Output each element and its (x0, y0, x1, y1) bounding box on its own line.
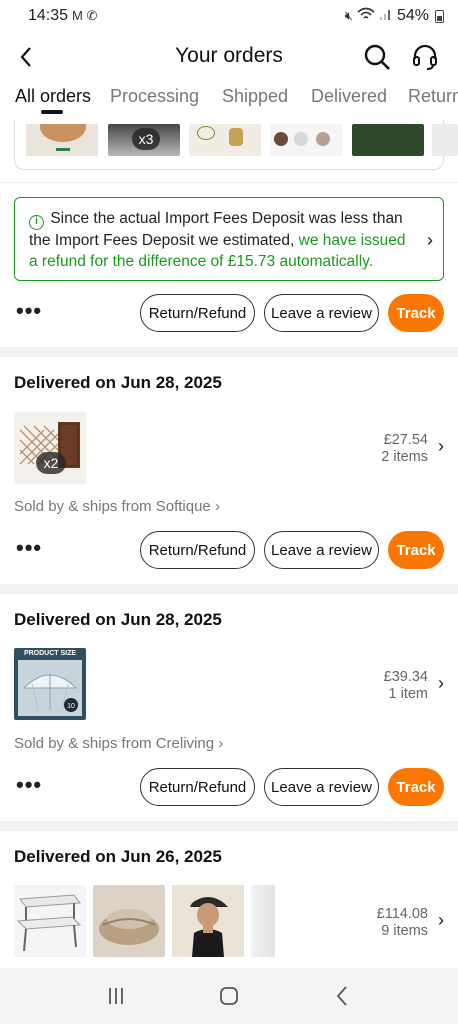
section-divider (0, 584, 458, 594)
order-title: Delivered on Jun 26, 2025 (14, 847, 222, 866)
refund-notice[interactable]: i Since the actual Import Fees Deposit w… (14, 197, 444, 281)
more-options-button[interactable]: ••• (16, 772, 42, 798)
system-navigation-bar (0, 968, 458, 1024)
chevron-right-icon[interactable]: › (438, 910, 444, 931)
mute-icon: 🔇︎ (344, 8, 353, 23)
back-icon (336, 986, 347, 1006)
seller-text: Sold by & ships from Creliving (14, 735, 215, 752)
product-thumbnail (26, 124, 98, 156)
order-price: £27.54 2 items (381, 432, 428, 466)
headset-icon (413, 44, 437, 70)
divider (0, 182, 458, 183)
model-cap-image (172, 885, 244, 957)
order-total: £27.54 (383, 432, 428, 448)
product-thumbnail[interactable] (93, 885, 165, 957)
track-button[interactable]: Track (388, 294, 444, 332)
return-refund-button[interactable]: Return/Refund (140, 531, 255, 569)
product-thumbnail (432, 124, 458, 156)
product-thumbnails-strip[interactable]: x3 (0, 124, 458, 182)
seller-link[interactable]: Sold by & ships from Softique › (14, 498, 220, 515)
quantity-badge: x3 (132, 128, 160, 150)
leave-review-button[interactable]: Leave a review (264, 531, 379, 569)
product-thumbnail[interactable]: PRODUCT SIZE 10 (14, 648, 86, 720)
recent-apps-icon (109, 988, 124, 1004)
signal-icon (379, 7, 393, 26)
item-count: 1 item (388, 686, 429, 702)
product-thumbnail[interactable] (172, 885, 244, 957)
chevron-right-icon: › (427, 230, 433, 250)
battery-level: 54% (396, 7, 429, 24)
notification-icons: M ✆ (72, 8, 98, 23)
item-count: 9 items (381, 923, 428, 939)
leave-review-button[interactable]: Leave a review (264, 768, 379, 806)
battery-icon (435, 9, 444, 23)
quantity-badge: x2 (36, 452, 66, 474)
product-thumbnail (270, 124, 342, 156)
tab-all-orders[interactable]: All orders (15, 86, 91, 107)
header: Your orders (0, 36, 458, 78)
wifi-icon (357, 7, 375, 26)
product-thumbnail[interactable] (14, 885, 86, 957)
tab-processing[interactable]: Processing (110, 86, 199, 107)
chevron-right-icon: › (218, 735, 224, 752)
chevron-right-icon[interactable]: › (438, 673, 444, 694)
home-icon (220, 987, 238, 1005)
section-divider (0, 821, 458, 831)
chevron-right-icon: › (214, 498, 220, 515)
active-tab-indicator (41, 110, 63, 114)
info-icon: i (29, 215, 44, 230)
tab-return[interactable]: Return (408, 86, 458, 107)
home-button[interactable] (204, 976, 254, 1016)
order-price: £39.34 1 item (384, 669, 428, 703)
chevron-right-icon[interactable]: › (438, 436, 444, 457)
track-button[interactable]: Track (388, 768, 444, 806)
order-actions: ••• Return/Refund Leave a review Track (0, 768, 458, 806)
item-count: 2 items (381, 449, 428, 465)
more-options-button[interactable]: ••• (16, 298, 42, 324)
order-title: Delivered on Jun 28, 2025 (14, 373, 222, 392)
section-divider (0, 347, 458, 357)
product-thumbnail[interactable]: x2 (14, 412, 86, 484)
umbrella-image: 10 (18, 660, 82, 716)
order-total: £114.08 (376, 906, 428, 922)
recent-apps-button[interactable] (91, 976, 141, 1016)
order-actions: ••• Return/Refund Leave a review Track (0, 294, 458, 332)
order-actions: ••• Return/Refund Leave a review Track (0, 531, 458, 569)
seller-link[interactable]: Sold by & ships from Creliving › (14, 735, 223, 752)
product-thumbnail[interactable] (251, 885, 275, 957)
leave-review-button[interactable]: Leave a review (264, 294, 379, 332)
track-button[interactable]: Track (388, 531, 444, 569)
order-tabs: All orders Processing Shipped Delivered … (0, 86, 458, 120)
product-thumbnail (189, 124, 261, 156)
product-thumbnail (352, 124, 424, 156)
system-back-button[interactable] (317, 976, 367, 1016)
seller-text: Sold by & ships from Softique (14, 498, 211, 515)
sun-visor-image (99, 909, 159, 945)
folding-table-image (16, 894, 82, 952)
search-icon (364, 44, 390, 70)
search-button[interactable] (362, 42, 392, 72)
return-refund-button[interactable]: Return/Refund (140, 768, 255, 806)
customer-service-button[interactable] (410, 42, 440, 72)
tab-shipped[interactable]: Shipped (222, 86, 288, 107)
status-bar: 14:35 M ✆ 🔇︎ 54% (0, 0, 458, 32)
return-refund-button[interactable]: Return/Refund (140, 294, 255, 332)
product-thumbnail: x3 (108, 124, 180, 156)
svg-text:10: 10 (67, 703, 75, 710)
clock: 14:35 (28, 7, 69, 24)
order-price: £114.08 9 items (377, 906, 428, 940)
tab-delivered[interactable]: Delivered (311, 86, 387, 107)
order-total: £39.34 (383, 669, 428, 685)
order-title: Delivered on Jun 28, 2025 (14, 610, 222, 629)
more-options-button[interactable]: ••• (16, 535, 42, 561)
